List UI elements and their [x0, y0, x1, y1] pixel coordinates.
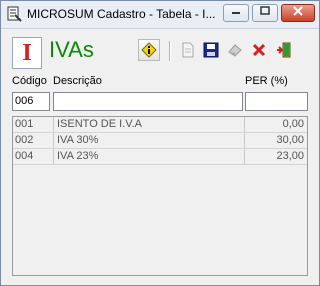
- row-per: 23,00: [244, 149, 306, 164]
- exit-door-icon: [277, 42, 291, 58]
- maximize-icon: [260, 6, 270, 15]
- minimize-button[interactable]: [223, 4, 249, 22]
- new-document-icon: [182, 42, 194, 58]
- new-button[interactable]: [177, 39, 199, 61]
- document-letter: I: [22, 40, 32, 66]
- close-icon: [293, 6, 303, 16]
- row-description: ISENTO DE I.V.A: [53, 117, 243, 132]
- toolbar-separator: [169, 41, 171, 61]
- app-icon: [7, 6, 22, 22]
- erase-button[interactable]: [224, 39, 246, 61]
- table-row[interactable]: 001 ISENTO DE I.V.A 0,00: [13, 117, 307, 133]
- per-field[interactable]: [245, 92, 308, 111]
- description-field[interactable]: [53, 92, 243, 111]
- iva-list[interactable]: 001 ISENTO DE I.V.A 0,00 002 IVA 30% 30,…: [12, 116, 308, 276]
- maximize-button[interactable]: [252, 4, 278, 22]
- minimize-icon: [232, 12, 240, 14]
- window-title: MICROSUM Cadastro - Tabela - I...: [27, 7, 216, 21]
- delete-button[interactable]: [248, 39, 270, 61]
- delete-icon: [252, 43, 266, 57]
- save-button[interactable]: [200, 39, 222, 61]
- description-label: Descrição: [53, 75, 102, 87]
- row-description: IVA 30%: [53, 133, 243, 148]
- info-button[interactable]: [138, 39, 160, 61]
- info-icon: [141, 42, 157, 58]
- row-code: 004: [15, 150, 34, 162]
- app-window: MICROSUM Cadastro - Tabela - I... I IVAs: [0, 0, 320, 286]
- code-field[interactable]: 006: [12, 92, 50, 111]
- per-label: PER (%): [245, 75, 288, 87]
- row-description: IVA 23%: [53, 149, 243, 164]
- close-button[interactable]: [281, 4, 315, 22]
- eraser-icon: [228, 44, 242, 57]
- title-bar[interactable]: MICROSUM Cadastro - Tabela - I...: [1, 1, 319, 29]
- page-title: IVAs: [49, 37, 94, 62]
- row-code: 002: [15, 134, 34, 146]
- exit-button[interactable]: [273, 39, 295, 61]
- code-label: Código: [12, 75, 47, 87]
- save-icon: [203, 42, 219, 58]
- row-per: 0,00: [244, 117, 306, 132]
- row-code: 001: [15, 118, 34, 130]
- table-row[interactable]: 004 IVA 23% 23,00: [13, 149, 307, 165]
- table-row[interactable]: 002 IVA 30% 30,00: [13, 133, 307, 149]
- document-letter-icon: I: [12, 37, 42, 69]
- row-per: 30,00: [244, 133, 306, 148]
